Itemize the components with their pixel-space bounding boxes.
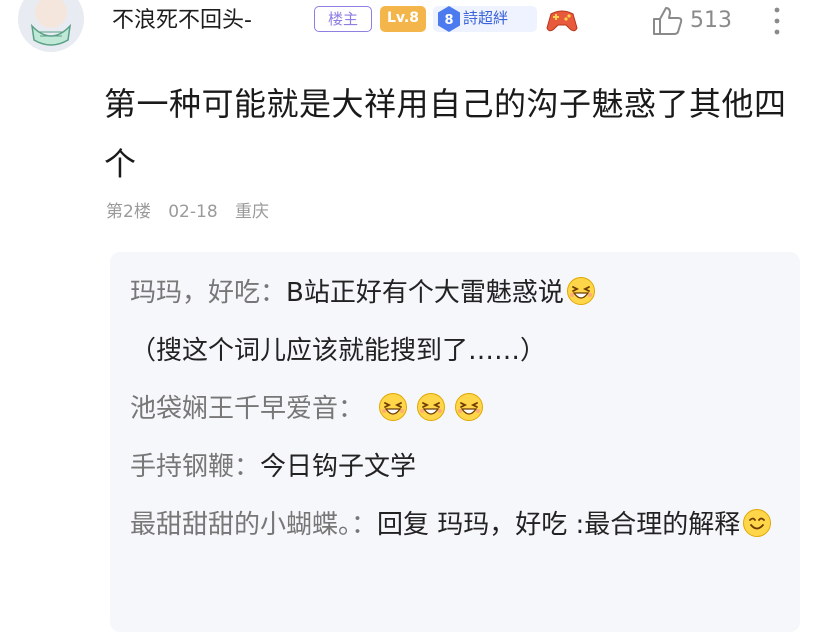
reply-item[interactable]: 手持钢鞭：今日钩子文学: [130, 438, 790, 496]
reply-list: 玛玛，好吃：B站正好有个大雷魅惑说 （搜这个词儿应该就能搜到了……） 池袋娴王千…: [110, 252, 800, 632]
fan-level-hexagon-icon: 8: [438, 6, 460, 32]
thumbs-up-icon[interactable]: [650, 5, 684, 37]
more-vertical-icon[interactable]: [770, 4, 784, 38]
avatar-image: [18, 0, 84, 52]
gamepad-icon: [546, 10, 578, 32]
reply-author[interactable]: 玛玛，好吃：: [130, 278, 286, 308]
owner-badge: 楼主: [314, 6, 372, 32]
level-badge: Lv.8: [380, 6, 426, 32]
laughing-emoji-icon: [378, 392, 408, 422]
fan-level-number: 8: [444, 13, 453, 28]
username[interactable]: 不浪死不回头-: [112, 7, 252, 35]
reply-text: 回复 玛玛，好吃 :最合理的解释: [377, 510, 741, 540]
reply-item[interactable]: 池袋娴王千早爱音：: [130, 380, 790, 438]
reply-text: 今日钩子文学: [260, 452, 417, 482]
post-date: 02-18: [168, 202, 218, 222]
reply-author[interactable]: 最甜甜甜的小蝴蝶。：: [130, 510, 377, 540]
reply-text: B站正好有个大雷魅惑说: [286, 278, 564, 308]
comment-header: 不浪死不回头- 楼主 Lv.8 詩超絆 8 513: [0, 0, 822, 52]
reply-item[interactable]: 玛玛，好吃：B站正好有个大雷魅惑说 （搜这个词儿应该就能搜到了……）: [130, 264, 790, 380]
laughing-emoji-icon: [416, 392, 446, 422]
comment-meta: 第2楼 02-18 重庆: [106, 200, 281, 224]
like-count: 513: [690, 8, 732, 33]
laughing-emoji-icon: [454, 392, 484, 422]
reply-author[interactable]: 手持钢鞭：: [130, 452, 260, 482]
reply-text-continued: （搜这个词儿应该就能搜到了……）: [130, 336, 547, 366]
smiling-emoji-icon: [742, 508, 772, 538]
comment-content: 第一种可能就是大祥用自己的沟子魅惑了其他四个: [104, 85, 787, 183]
laughing-emoji-icon: [566, 276, 596, 306]
post-location: 重庆: [235, 202, 270, 222]
reply-item[interactable]: 最甜甜甜的小蝴蝶。：回复 玛玛，好吃 :最合理的解释: [130, 496, 790, 554]
fan-badge-name: 詩超絆: [463, 9, 509, 27]
user-avatar[interactable]: [18, 0, 84, 52]
reply-author[interactable]: 池袋娴王千早爱音：: [130, 394, 364, 424]
floor-number: 第2楼: [106, 202, 151, 222]
